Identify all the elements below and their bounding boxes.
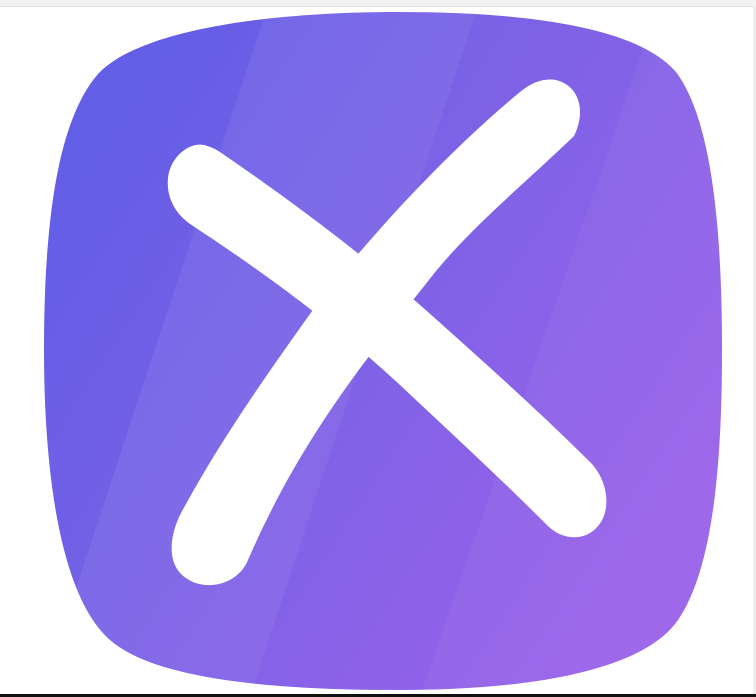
canvas [0, 0, 756, 697]
close-x-icon[interactable] [0, 0, 756, 697]
